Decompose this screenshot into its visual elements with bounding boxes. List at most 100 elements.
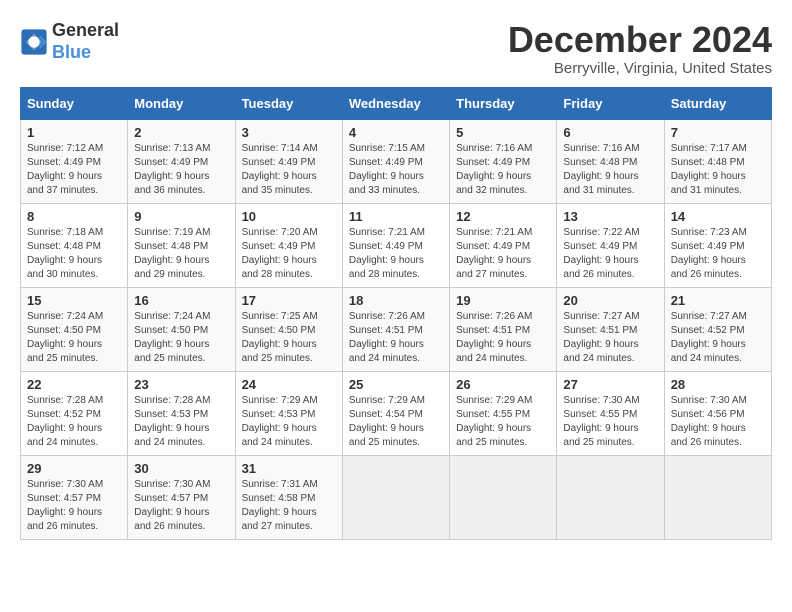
day-info: Sunrise: 7:18 AMSunset: 4:48 PMDaylight:… — [27, 226, 121, 282]
day-info: Sunrise: 7:30 AMSunset: 4:55 PMDaylight:… — [563, 394, 657, 450]
day-number: 26 — [456, 377, 550, 392]
day-number: 11 — [349, 209, 443, 224]
title-area: December 2024 Berryville, Virginia, Unit… — [508, 20, 772, 77]
header-day: Sunday — [21, 87, 128, 119]
calendar-cell — [557, 455, 664, 539]
day-info: Sunrise: 7:24 AMSunset: 4:50 PMDaylight:… — [134, 310, 228, 366]
day-info: Sunrise: 7:26 AMSunset: 4:51 PMDaylight:… — [456, 310, 550, 366]
day-number: 4 — [349, 125, 443, 140]
calendar-cell: 28 Sunrise: 7:30 AMSunset: 4:56 PMDayligh… — [664, 371, 771, 455]
calendar-cell: 21 Sunrise: 7:27 AMSunset: 4:52 PMDayligh… — [664, 287, 771, 371]
day-info: Sunrise: 7:29 AMSunset: 4:53 PMDaylight:… — [242, 394, 336, 450]
calendar-cell: 15Sunrise: 7:24 AMSunset: 4:50 PMDayligh… — [21, 287, 128, 371]
calendar-cell: 22 Sunrise: 7:28 AMSunset: 4:52 PMDayligh… — [21, 371, 128, 455]
day-info: Sunrise: 7:22 AMSunset: 4:49 PMDaylight:… — [563, 226, 657, 282]
calendar-cell: 14 Sunrise: 7:23 AMSunset: 4:49 PMDayligh… — [664, 203, 771, 287]
calendar-cell — [342, 455, 449, 539]
day-info: Sunrise: 7:28 AMSunset: 4:52 PMDaylight:… — [27, 394, 121, 450]
calendar-table: SundayMondayTuesdayWednesdayThursdayFrid… — [20, 87, 772, 540]
day-info: Sunrise: 7:20 AMSunset: 4:49 PMDaylight:… — [242, 226, 336, 282]
day-number: 9 — [134, 209, 228, 224]
calendar-cell: 1 Sunrise: 7:12 AMSunset: 4:49 PMDaylight… — [21, 119, 128, 203]
day-info: Sunrise: 7:13 AMSunset: 4:49 PMDaylight:… — [134, 142, 228, 198]
calendar-cell: 8 Sunrise: 7:18 AMSunset: 4:48 PMDaylight… — [21, 203, 128, 287]
calendar-week-row: 22 Sunrise: 7:28 AMSunset: 4:52 PMDayligh… — [21, 371, 772, 455]
calendar-cell: 23 Sunrise: 7:28 AMSunset: 4:53 PMDayligh… — [128, 371, 235, 455]
logo: General Blue — [20, 20, 119, 63]
calendar-cell: 17 Sunrise: 7:25 AMSunset: 4:50 PMDayligh… — [235, 287, 342, 371]
day-number: 17 — [242, 293, 336, 308]
calendar-cell: 7Sunrise: 7:17 AMSunset: 4:48 PMDaylight… — [664, 119, 771, 203]
day-number: 23 — [134, 377, 228, 392]
day-info: Sunrise: 7:19 AMSunset: 4:48 PMDaylight:… — [134, 226, 228, 282]
day-number: 5 — [456, 125, 550, 140]
header-row: SundayMondayTuesdayWednesdayThursdayFrid… — [21, 87, 772, 119]
day-number: 24 — [242, 377, 336, 392]
calendar-cell: 16 Sunrise: 7:24 AMSunset: 4:50 PMDayligh… — [128, 287, 235, 371]
day-info: Sunrise: 7:21 AMSunset: 4:49 PMDaylight:… — [349, 226, 443, 282]
calendar-cell: 9 Sunrise: 7:19 AMSunset: 4:48 PMDaylight… — [128, 203, 235, 287]
day-number: 19 — [456, 293, 550, 308]
day-number: 3 — [242, 125, 336, 140]
calendar-cell: 5 Sunrise: 7:16 AMSunset: 4:49 PMDaylight… — [450, 119, 557, 203]
page-header: General Blue December 2024 Berryville, V… — [20, 20, 772, 77]
day-number: 28 — [671, 377, 765, 392]
calendar-week-row: 8 Sunrise: 7:18 AMSunset: 4:48 PMDaylight… — [21, 203, 772, 287]
header-day: Monday — [128, 87, 235, 119]
calendar-cell: 4 Sunrise: 7:15 AMSunset: 4:49 PMDaylight… — [342, 119, 449, 203]
calendar-cell: 3 Sunrise: 7:14 AMSunset: 4:49 PMDaylight… — [235, 119, 342, 203]
day-info: Sunrise: 7:30 AMSunset: 4:57 PMDaylight:… — [27, 478, 121, 534]
logo-icon — [20, 28, 48, 56]
day-info: Sunrise: 7:15 AMSunset: 4:49 PMDaylight:… — [349, 142, 443, 198]
day-number: 29 — [27, 461, 121, 476]
day-number: 25 — [349, 377, 443, 392]
calendar-cell: 30Sunrise: 7:30 AMSunset: 4:57 PMDayligh… — [128, 455, 235, 539]
calendar-cell: 20Sunrise: 7:27 AMSunset: 4:51 PMDayligh… — [557, 287, 664, 371]
day-info: Sunrise: 7:29 AMSunset: 4:54 PMDaylight:… — [349, 394, 443, 450]
day-number: 12 — [456, 209, 550, 224]
day-number: 8 — [27, 209, 121, 224]
calendar-week-row: 1 Sunrise: 7:12 AMSunset: 4:49 PMDaylight… — [21, 119, 772, 203]
day-number: 27 — [563, 377, 657, 392]
calendar-cell: 10 Sunrise: 7:20 AMSunset: 4:49 PMDayligh… — [235, 203, 342, 287]
day-info: Sunrise: 7:14 AMSunset: 4:49 PMDaylight:… — [242, 142, 336, 198]
day-info: Sunrise: 7:28 AMSunset: 4:53 PMDaylight:… — [134, 394, 228, 450]
day-info: Sunrise: 7:27 AMSunset: 4:52 PMDaylight:… — [671, 310, 765, 366]
day-info: Sunrise: 7:29 AMSunset: 4:55 PMDaylight:… — [456, 394, 550, 450]
day-number: 6 — [563, 125, 657, 140]
header-day: Thursday — [450, 87, 557, 119]
logo-text: General Blue — [52, 20, 119, 63]
header-day: Friday — [557, 87, 664, 119]
day-number: 16 — [134, 293, 228, 308]
day-info: Sunrise: 7:25 AMSunset: 4:50 PMDaylight:… — [242, 310, 336, 366]
day-number: 31 — [242, 461, 336, 476]
day-info: Sunrise: 7:24 AMSunset: 4:50 PMDaylight:… — [27, 310, 121, 366]
day-number: 30 — [134, 461, 228, 476]
header-day: Wednesday — [342, 87, 449, 119]
calendar-week-row: 15Sunrise: 7:24 AMSunset: 4:50 PMDayligh… — [21, 287, 772, 371]
day-number: 20 — [563, 293, 657, 308]
day-info: Sunrise: 7:16 AMSunset: 4:49 PMDaylight:… — [456, 142, 550, 198]
day-number: 21 — [671, 293, 765, 308]
calendar-cell: 24 Sunrise: 7:29 AMSunset: 4:53 PMDayligh… — [235, 371, 342, 455]
header-day: Tuesday — [235, 87, 342, 119]
day-number: 13 — [563, 209, 657, 224]
calendar-cell: 18Sunrise: 7:26 AMSunset: 4:51 PMDayligh… — [342, 287, 449, 371]
day-info: Sunrise: 7:17 AMSunset: 4:48 PMDaylight:… — [671, 142, 765, 198]
calendar-cell: 26 Sunrise: 7:29 AMSunset: 4:55 PMDayligh… — [450, 371, 557, 455]
calendar-cell: 19 Sunrise: 7:26 AMSunset: 4:51 PMDayligh… — [450, 287, 557, 371]
day-info: Sunrise: 7:30 AMSunset: 4:56 PMDaylight:… — [671, 394, 765, 450]
day-info: Sunrise: 7:23 AMSunset: 4:49 PMDaylight:… — [671, 226, 765, 282]
day-number: 22 — [27, 377, 121, 392]
day-number: 1 — [27, 125, 121, 140]
calendar-cell: 27 Sunrise: 7:30 AMSunset: 4:55 PMDayligh… — [557, 371, 664, 455]
calendar-cell: 13 Sunrise: 7:22 AMSunset: 4:49 PMDayligh… — [557, 203, 664, 287]
day-number: 10 — [242, 209, 336, 224]
day-info: Sunrise: 7:16 AMSunset: 4:48 PMDaylight:… — [563, 142, 657, 198]
calendar-cell — [450, 455, 557, 539]
day-info: Sunrise: 7:12 AMSunset: 4:49 PMDaylight:… — [27, 142, 121, 198]
calendar-cell: 2Sunrise: 7:13 AMSunset: 4:49 PMDaylight… — [128, 119, 235, 203]
calendar-cell: 25 Sunrise: 7:29 AMSunset: 4:54 PMDayligh… — [342, 371, 449, 455]
day-number: 14 — [671, 209, 765, 224]
calendar-cell — [664, 455, 771, 539]
